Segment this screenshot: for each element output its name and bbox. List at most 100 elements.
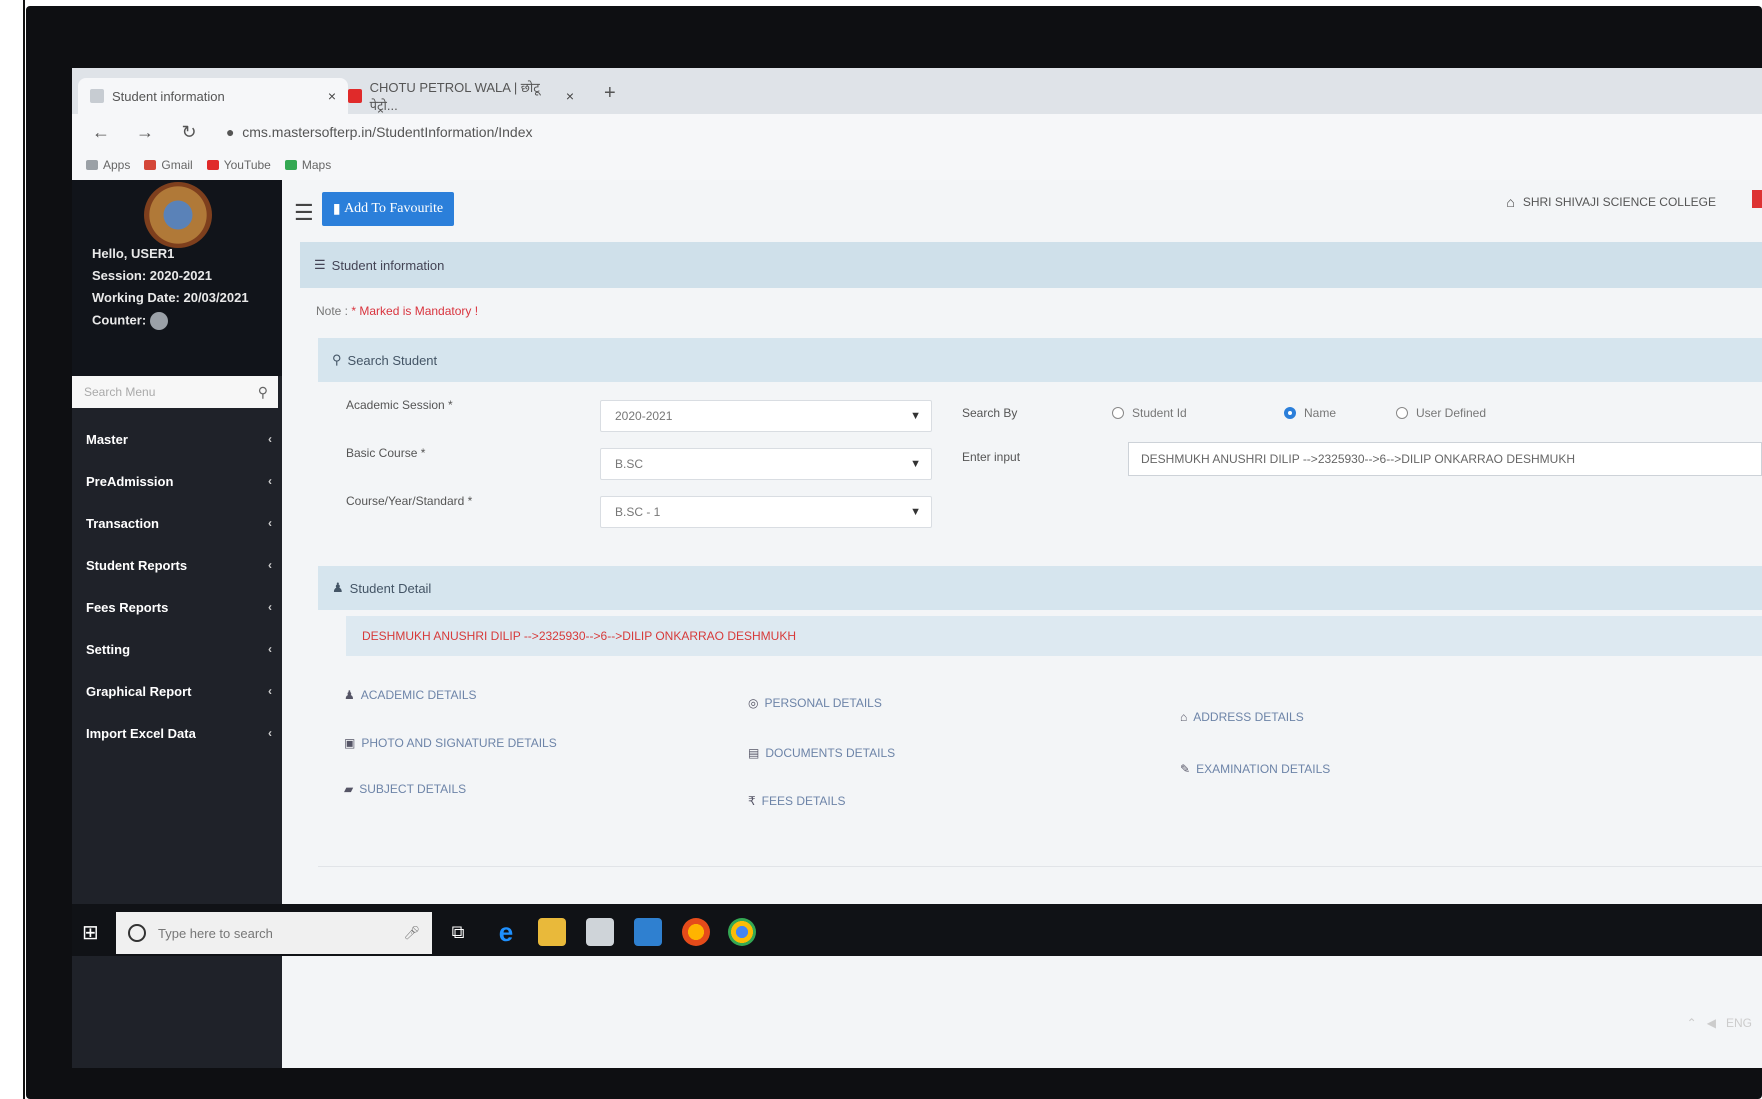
academic-session-select[interactable]: 2020-2021 ▼ bbox=[600, 400, 932, 432]
page-title-bar: ☰ Student information bbox=[300, 242, 1762, 288]
tab-student-information[interactable]: Student information × bbox=[78, 78, 348, 114]
chrome-icon[interactable] bbox=[728, 918, 756, 946]
bookmark-maps[interactable]: Maps bbox=[284, 158, 331, 172]
personal-details-link[interactable]: ◎ PERSONAL DETAILS bbox=[748, 696, 882, 710]
user-icon: ♟ bbox=[332, 580, 344, 595]
menu-search-input[interactable]: Search Menu ⚲ bbox=[72, 376, 278, 408]
forward-icon[interactable]: → bbox=[130, 122, 160, 143]
radio-student-id[interactable]: Student Id bbox=[1112, 406, 1187, 420]
sidebar-item-student-reports[interactable]: Student Reports ‹ bbox=[72, 544, 278, 586]
bookmark-youtube[interactable]: YouTube bbox=[206, 158, 271, 172]
sidebar-item-graphical-report[interactable]: Graphical Report ‹ bbox=[72, 670, 278, 712]
sidebar-item-fees-reports[interactable]: Fees Reports ‹ bbox=[72, 586, 278, 628]
documents-details-link[interactable]: ▤ DOCUMENTS DETAILS bbox=[748, 746, 895, 760]
task-view-icon[interactable]: ⧉ bbox=[444, 918, 472, 946]
session: Session: 2020-2021 bbox=[92, 268, 212, 283]
fees-details-link[interactable]: ₹ FEES DETAILS bbox=[748, 794, 845, 808]
apps-icon bbox=[86, 160, 98, 170]
chevron-left-icon: ‹ bbox=[268, 432, 272, 446]
tab-label: Student information bbox=[112, 88, 225, 104]
hamburger-menu-icon[interactable]: ☰ bbox=[294, 200, 314, 226]
greeting: Hello, USER1 bbox=[92, 246, 175, 261]
chevron-left-icon: ‹ bbox=[268, 642, 272, 656]
url-field[interactable]: ● cms.mastersofterp.in/StudentInformatio… bbox=[226, 124, 533, 140]
user-icon: ♟ bbox=[344, 688, 355, 702]
chevron-down-icon: ▼ bbox=[910, 458, 921, 470]
radio-button[interactable] bbox=[1112, 407, 1124, 419]
new-tab-button[interactable]: + bbox=[604, 82, 616, 105]
menu-search-placeholder: Search Menu bbox=[84, 385, 156, 399]
user-panel: Hello, USER1 Session: 2020-2021 Working … bbox=[72, 180, 282, 376]
chevron-left-icon: ‹ bbox=[268, 516, 272, 530]
cortana-icon bbox=[128, 924, 146, 942]
edge-icon[interactable]: e bbox=[492, 917, 520, 947]
photo-signature-details-link[interactable]: ▣ PHOTO AND SIGNATURE DETAILS bbox=[344, 736, 557, 750]
examination-details-link[interactable]: ✎ EXAMINATION DETAILS bbox=[1180, 762, 1330, 776]
close-icon[interactable]: × bbox=[328, 88, 336, 104]
radio-button-selected[interactable] bbox=[1284, 407, 1296, 419]
search-icon: ⚲ bbox=[332, 352, 342, 367]
address-details-link[interactable]: ⌂ ADDRESS DETAILS bbox=[1180, 710, 1304, 724]
close-icon[interactable]: × bbox=[566, 88, 574, 104]
radio-button[interactable] bbox=[1396, 407, 1408, 419]
store-icon[interactable] bbox=[586, 918, 614, 946]
address-bar: ← → ↻ ● cms.mastersofterp.in/StudentInfo… bbox=[72, 114, 1762, 188]
taskbar-strip: ⊞ Type here to search 🎤︎ ⧉ e bbox=[72, 904, 1762, 956]
youtube-icon bbox=[206, 160, 219, 170]
institution-icon: ⌂ bbox=[1506, 194, 1515, 210]
academic-session-label: Academic Session * bbox=[346, 398, 453, 412]
network-icon[interactable]: ⌃ bbox=[1687, 1016, 1697, 1030]
subject-details-link[interactable]: ▰ SUBJECT DETAILS bbox=[344, 782, 466, 796]
bookmark-gmail[interactable]: Gmail bbox=[144, 158, 193, 172]
youtube-icon bbox=[348, 89, 362, 103]
list-icon: ☰ bbox=[314, 257, 326, 272]
search-by-label: Search By bbox=[962, 406, 1018, 420]
page-icon bbox=[90, 89, 104, 103]
taskbar-search-input[interactable]: Type here to search 🎤︎ bbox=[116, 912, 432, 954]
mail-icon[interactable] bbox=[634, 918, 662, 946]
sidebar-item-master[interactable]: Master ‹ bbox=[72, 418, 278, 460]
chevron-left-icon: ‹ bbox=[268, 474, 272, 488]
volume-icon[interactable]: ◀ bbox=[1707, 1016, 1716, 1030]
back-icon[interactable]: ← bbox=[86, 122, 116, 143]
sidebar-item-transaction[interactable]: Transaction ‹ bbox=[72, 502, 278, 544]
divider bbox=[318, 866, 1762, 867]
course-year-select[interactable]: B.SC - 1 ▼ bbox=[600, 496, 932, 528]
chevron-left-icon: ‹ bbox=[268, 600, 272, 614]
chevron-left-icon: ‹ bbox=[268, 726, 272, 740]
chevron-down-icon: ▼ bbox=[910, 506, 921, 518]
mandatory-note: Note : * Marked is Mandatory ! bbox=[316, 304, 479, 318]
bookmark-apps[interactable]: Apps bbox=[86, 158, 130, 172]
college-logo bbox=[144, 182, 212, 248]
book-icon: ▰ bbox=[344, 782, 354, 796]
pencil-icon: ✎ bbox=[1180, 762, 1191, 776]
document-icon: ▤ bbox=[748, 746, 760, 760]
radio-name[interactable]: Name bbox=[1284, 406, 1336, 420]
file-explorer-icon[interactable] bbox=[538, 918, 566, 946]
academic-details-link[interactable]: ♟ ACADEMIC DETAILS bbox=[344, 688, 477, 702]
logout-icon[interactable] bbox=[1752, 190, 1762, 208]
basic-course-select[interactable]: B.SC ▼ bbox=[600, 448, 932, 480]
counter-row: Counter: bbox=[92, 312, 169, 330]
radio-user-defined[interactable]: User Defined bbox=[1396, 406, 1486, 420]
enter-input-label: Enter input bbox=[962, 450, 1021, 464]
sidebar-item-setting[interactable]: Setting ‹ bbox=[72, 628, 278, 670]
search-student-header: ⚲ Search Student bbox=[318, 338, 1762, 382]
url-text: cms.mastersofterp.in/StudentInformation/… bbox=[242, 124, 533, 140]
tray-language[interactable]: ENG bbox=[1726, 1016, 1752, 1030]
reload-icon[interactable]: ↻ bbox=[174, 122, 204, 143]
add-to-favourite-button[interactable]: ▮ Add To Favourite bbox=[322, 192, 454, 226]
windows-start-icon[interactable]: ⊞ bbox=[82, 920, 99, 945]
lock-icon: ● bbox=[226, 124, 235, 140]
bookmarks-bar: Apps Gmail YouTube Maps bbox=[72, 150, 1762, 181]
tab-chotu-petrol-wala[interactable]: CHOTU PETROL WALA | छोटू पेट्रो... × bbox=[336, 78, 586, 114]
firefox-icon[interactable] bbox=[682, 918, 710, 946]
search-icon[interactable]: ⚲ bbox=[258, 384, 268, 401]
microphone-icon[interactable]: 🎤︎ bbox=[403, 925, 420, 941]
enter-input-field[interactable]: DESHMUKH ANUSHRI DILIP -->2325930-->6-->… bbox=[1128, 442, 1762, 476]
gmail-icon bbox=[144, 160, 157, 170]
chevron-down-icon: ▼ bbox=[910, 410, 921, 422]
sidebar-item-preadmission[interactable]: PreAdmission ‹ bbox=[72, 460, 278, 502]
os-taskbar: ⊞ Type here to search 🎤︎ ⧉ e bbox=[72, 898, 1762, 1068]
sidebar-item-import-excel-data[interactable]: Import Excel Data ‹ bbox=[72, 712, 278, 754]
